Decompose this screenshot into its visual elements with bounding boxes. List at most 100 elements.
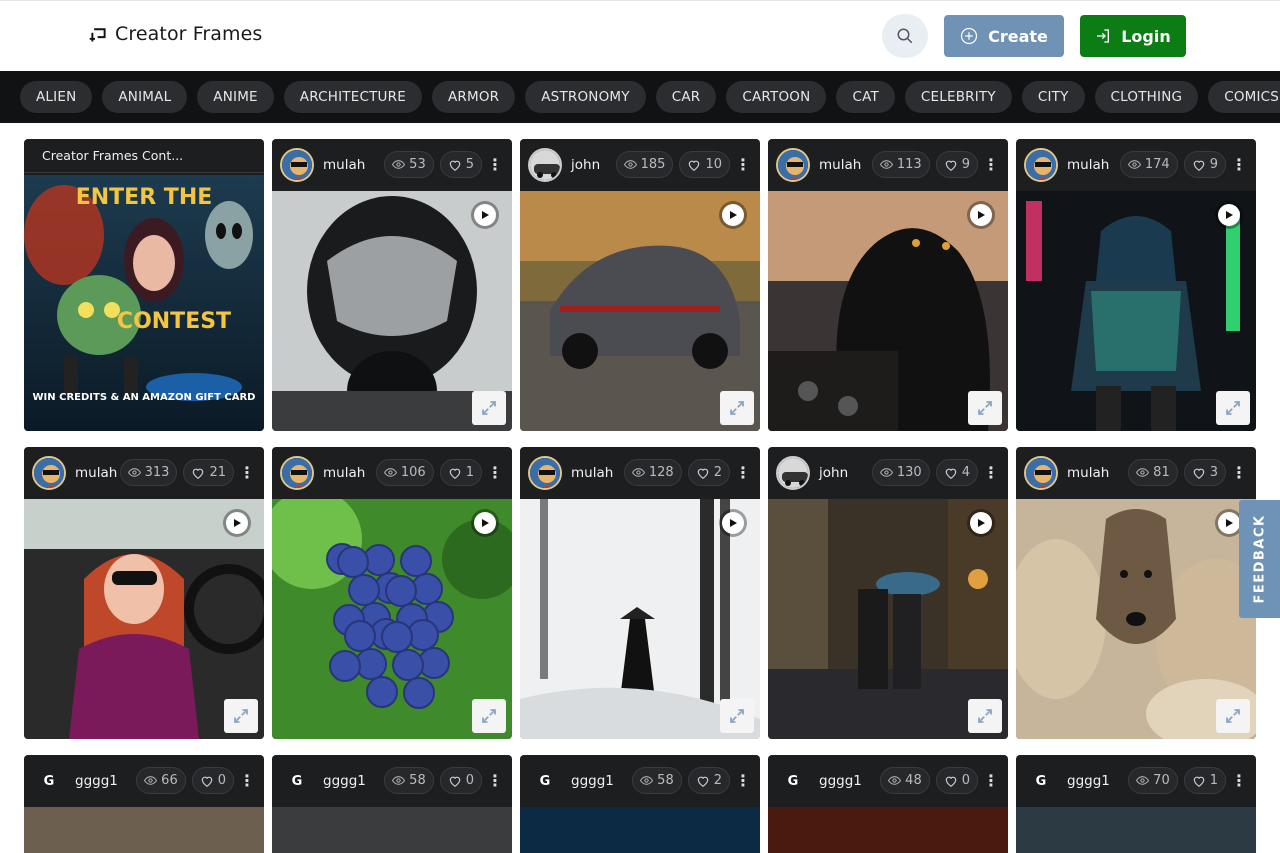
- username[interactable]: mulah: [75, 465, 117, 481]
- more-options-icon[interactable]: ⋮: [735, 463, 751, 482]
- image-card[interactable]: mulah 81 3 ⋮: [1016, 447, 1256, 739]
- avatar[interactable]: G: [280, 764, 314, 798]
- avatar[interactable]: G: [776, 764, 810, 798]
- card-image[interactable]: [520, 499, 760, 739]
- like-button[interactable]: 4: [935, 459, 978, 486]
- login-button[interactable]: Login: [1080, 15, 1186, 57]
- more-options-icon[interactable]: ⋮: [1231, 463, 1247, 482]
- card-image[interactable]: [768, 191, 1008, 431]
- create-button[interactable]: Create: [944, 15, 1064, 57]
- avatar[interactable]: G: [32, 764, 66, 798]
- category-chip-cartoon[interactable]: CARTOON: [726, 81, 827, 113]
- card-image[interactable]: [24, 499, 264, 739]
- like-button[interactable]: 3: [1183, 459, 1226, 486]
- card-image[interactable]: [272, 191, 512, 431]
- username[interactable]: mulah: [819, 157, 861, 173]
- more-options-icon[interactable]: ⋮: [239, 771, 255, 790]
- image-card[interactable]: Ggggg1 58 0 ⋮: [272, 755, 512, 853]
- username[interactable]: mulah: [1067, 465, 1109, 481]
- category-chip-cat[interactable]: CAT: [836, 81, 895, 113]
- expand-icon[interactable]: [472, 391, 506, 425]
- like-button[interactable]: 0: [439, 767, 482, 794]
- more-options-icon[interactable]: ⋮: [1231, 155, 1247, 174]
- username[interactable]: gggg1: [819, 773, 862, 789]
- card-image[interactable]: [1016, 191, 1256, 431]
- like-button[interactable]: 9: [1183, 151, 1226, 178]
- card-image[interactable]: [1016, 807, 1256, 853]
- image-card[interactable]: Ggggg1 70 1 ⋮: [1016, 755, 1256, 853]
- expand-icon[interactable]: [968, 699, 1002, 733]
- play-icon[interactable]: [1218, 204, 1240, 226]
- more-options-icon[interactable]: ⋮: [983, 463, 999, 482]
- category-chip-alien[interactable]: ALIEN: [20, 81, 93, 113]
- search-button[interactable]: [882, 14, 928, 58]
- like-button[interactable]: 0: [191, 767, 234, 794]
- like-button[interactable]: 5: [439, 151, 482, 178]
- like-button[interactable]: 2: [687, 767, 730, 794]
- contest-card[interactable]: Creator Frames Cont... ENTER THE CONTEST…: [24, 139, 264, 431]
- image-card[interactable]: mulah 113 9 ⋮: [768, 139, 1008, 431]
- image-card[interactable]: mulah 174 9 ⋮: [1016, 139, 1256, 431]
- card-image[interactable]: [1016, 499, 1256, 739]
- more-options-icon[interactable]: ⋮: [487, 463, 503, 482]
- username[interactable]: gggg1: [571, 773, 614, 789]
- category-chip-astronomy[interactable]: ASTRONOMY: [525, 81, 646, 113]
- card-image[interactable]: [520, 807, 760, 853]
- category-chip-city[interactable]: CITY: [1021, 81, 1085, 113]
- avatar[interactable]: [528, 456, 562, 490]
- card-image[interactable]: [272, 807, 512, 853]
- play-icon[interactable]: [970, 204, 992, 226]
- like-button[interactable]: 1: [439, 459, 482, 486]
- image-card[interactable]: john 130 4 ⋮: [768, 447, 1008, 739]
- like-button[interactable]: 9: [935, 151, 978, 178]
- category-chip-comics[interactable]: COMICS: [1208, 81, 1280, 113]
- username[interactable]: gggg1: [323, 773, 366, 789]
- avatar[interactable]: [280, 456, 314, 490]
- logo[interactable]: Creator Frames: [88, 23, 262, 45]
- avatar[interactable]: [776, 148, 810, 182]
- play-icon[interactable]: [970, 512, 992, 534]
- like-button[interactable]: 2: [687, 459, 730, 486]
- more-options-icon[interactable]: ⋮: [735, 155, 751, 174]
- more-options-icon[interactable]: ⋮: [487, 155, 503, 174]
- expand-icon[interactable]: [1216, 699, 1250, 733]
- avatar[interactable]: G: [528, 764, 562, 798]
- like-button[interactable]: 1: [1183, 767, 1226, 794]
- username[interactable]: mulah: [323, 157, 365, 173]
- username[interactable]: john: [571, 157, 600, 173]
- expand-icon[interactable]: [1216, 391, 1250, 425]
- image-card[interactable]: Ggggg1 66 0 ⋮: [24, 755, 264, 853]
- category-chip-anime[interactable]: ANIME: [197, 81, 274, 113]
- more-options-icon[interactable]: ⋮: [487, 771, 503, 790]
- avatar[interactable]: G: [1024, 764, 1058, 798]
- expand-icon[interactable]: [224, 699, 258, 733]
- play-icon[interactable]: [226, 512, 248, 534]
- image-card[interactable]: john 185 10 ⋮: [520, 139, 760, 431]
- image-card[interactable]: Ggggg1 58 2 ⋮: [520, 755, 760, 853]
- category-chip-architecture[interactable]: ARCHITECTURE: [283, 81, 422, 113]
- image-card[interactable]: mulah 106 1 ⋮: [272, 447, 512, 739]
- avatar[interactable]: [32, 456, 66, 490]
- avatar[interactable]: [1024, 148, 1058, 182]
- category-chip-animal[interactable]: ANIMAL: [102, 81, 188, 113]
- more-options-icon[interactable]: ⋮: [239, 463, 255, 482]
- like-button[interactable]: 10: [679, 151, 730, 178]
- feedback-tab[interactable]: FEEDBACK: [1239, 500, 1280, 618]
- play-icon[interactable]: [474, 512, 496, 534]
- more-options-icon[interactable]: ⋮: [983, 771, 999, 790]
- expand-icon[interactable]: [720, 391, 754, 425]
- card-image[interactable]: [768, 499, 1008, 739]
- image-card[interactable]: mulah 53 5 ⋮: [272, 139, 512, 431]
- username[interactable]: gggg1: [1067, 773, 1110, 789]
- username[interactable]: mulah: [571, 465, 613, 481]
- username[interactable]: mulah: [1067, 157, 1109, 173]
- card-image[interactable]: [24, 807, 264, 853]
- expand-icon[interactable]: [968, 391, 1002, 425]
- expand-icon[interactable]: [720, 699, 754, 733]
- more-options-icon[interactable]: ⋮: [735, 771, 751, 790]
- more-options-icon[interactable]: ⋮: [1231, 771, 1247, 790]
- card-image[interactable]: [520, 191, 760, 431]
- username[interactable]: mulah: [323, 465, 365, 481]
- more-options-icon[interactable]: ⋮: [983, 155, 999, 174]
- category-chip-clothing[interactable]: CLOTHING: [1094, 81, 1199, 113]
